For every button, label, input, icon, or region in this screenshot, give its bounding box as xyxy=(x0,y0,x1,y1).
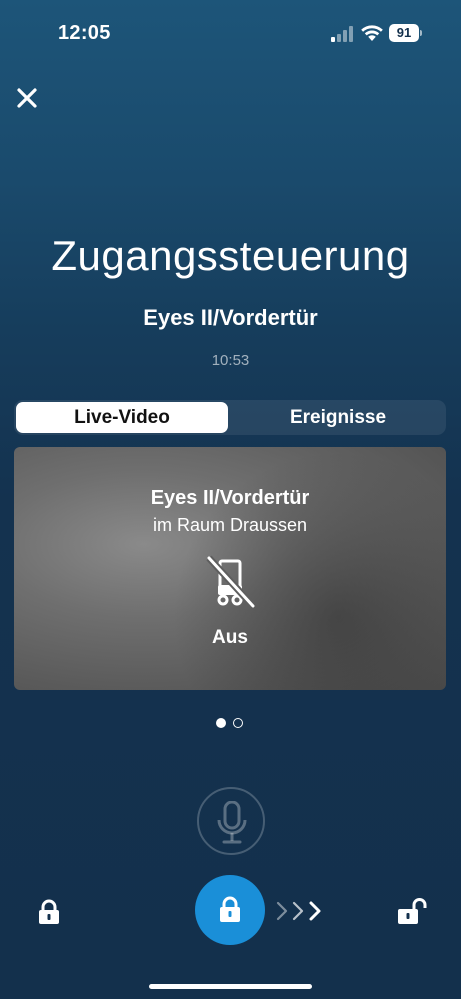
page-indicator[interactable] xyxy=(216,718,248,730)
page-dot-active[interactable] xyxy=(216,718,226,728)
home-indicator[interactable] xyxy=(149,984,312,989)
microphone-button[interactable] xyxy=(197,787,265,855)
camera-device-name: Eyes II/Vordertür xyxy=(150,487,310,509)
close-icon[interactable] xyxy=(14,85,40,111)
tab-live-video[interactable]: Live-Video xyxy=(16,402,228,433)
status-bar: 12:05 91 xyxy=(0,0,461,60)
lock-icon[interactable] xyxy=(37,899,61,925)
chevrons-right-icon[interactable] xyxy=(275,900,325,922)
camera-status: Aus xyxy=(212,627,248,648)
page-dot-inactive[interactable] xyxy=(233,718,243,728)
lock-icon xyxy=(220,896,240,922)
battery-tip xyxy=(420,30,422,36)
camera-room: im Raum Draussen xyxy=(152,515,308,535)
signal-icon xyxy=(331,26,353,42)
tab-events[interactable]: Ereignisse xyxy=(232,402,444,433)
unlock-icon[interactable] xyxy=(396,898,428,925)
timestamp: 10:53 xyxy=(211,352,250,369)
page-title: Zugangssteuerung xyxy=(51,232,410,279)
battery-icon: 91 xyxy=(389,24,423,42)
microphone-icon xyxy=(217,801,247,844)
wifi-icon xyxy=(361,25,383,41)
camera-off-icon xyxy=(206,555,256,609)
view-tabs: Live-Video Ereignisse xyxy=(14,400,446,435)
device-name: Eyes II/Vordertür xyxy=(143,305,318,330)
lock-button[interactable] xyxy=(195,875,265,945)
battery-level: 91 xyxy=(389,24,419,42)
camera-preview-card[interactable]: Eyes II/Vordertür im Raum Draussen Aus xyxy=(14,447,446,690)
status-time: 12:05 xyxy=(58,22,111,44)
